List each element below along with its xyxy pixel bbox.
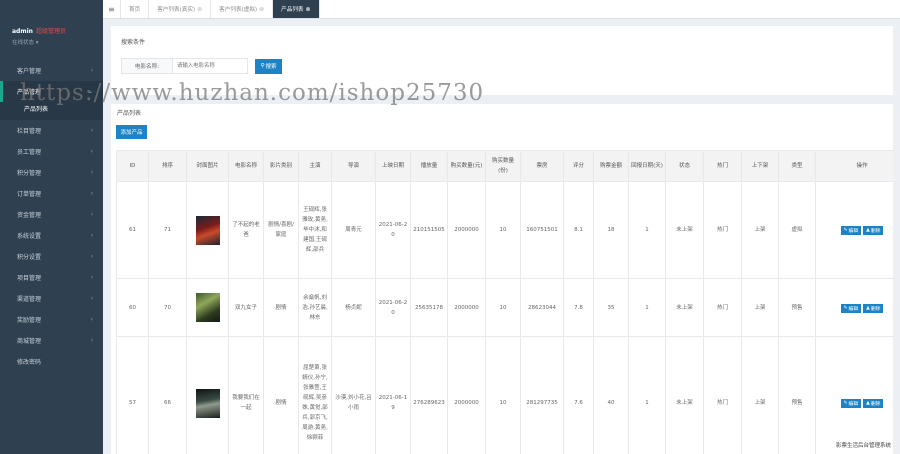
col-header: 上映日期 (375, 150, 411, 182)
sidebar-item-channels[interactable]: 渠道管理 ‹ (0, 288, 103, 309)
chevron-left-icon: ‹ (90, 295, 93, 302)
col-header: 票房 (520, 150, 564, 182)
close-icon[interactable]: ⊗ (197, 6, 202, 13)
sidebar-item-projects[interactable]: 项目管理 ‹ (0, 267, 103, 288)
chevron-left-icon: ‹ (90, 274, 93, 281)
close-icon[interactable]: ⊗ (259, 6, 264, 13)
sidebar-item-orders[interactable]: 订单管理 ‹ (0, 183, 103, 204)
tab-home[interactable]: 首页 (121, 0, 150, 18)
list-title: 产品列表 (117, 110, 142, 117)
sidebar-menu: 客户管理 ‹ 产品管理 ⌄ 产品列表 栏目管理 ‹ 员工管理 ‹ 积分管理 ‹ 订单管理 ‹… (0, 60, 103, 372)
search-title: 搜索条件 (121, 39, 146, 46)
search-panel: 搜索条件 电影名称: ⚲搜索 (111, 26, 893, 95)
add-product-button[interactable]: 添加产品 (116, 125, 147, 139)
col-header: 影片类别 (263, 150, 299, 182)
edit-button[interactable]: ✎ 编辑 (840, 399, 862, 408)
sidebar-item-change-password[interactable]: 修改密码 (0, 351, 103, 372)
sidebar-item-system[interactable]: 系统设置 ‹ (0, 225, 103, 246)
product-table: ID 排序 封面图片 电影名称 影片类别 主演 导演 上映日期 播放量 购买数量… (116, 150, 893, 454)
tab-customers-real[interactable]: 客户列表(真实) ⊗ (149, 0, 212, 18)
chevron-left-icon: ‹ (90, 211, 93, 218)
chevron-left-icon: ‹ (90, 148, 93, 155)
col-header: 回报日期(天) (628, 150, 666, 182)
edit-icon: ✎ (843, 228, 848, 233)
search-label: 电影名称: (121, 58, 173, 74)
warning-icon: ▲ (866, 401, 870, 406)
chevron-down-icon: ⌄ (87, 88, 93, 95)
sidebar-item-staff[interactable]: 员工管理 ‹ (0, 141, 103, 162)
chevron-left-icon: ‹ (90, 253, 93, 260)
footer-text: 影票生活后台管理系统 (835, 443, 891, 449)
chevron-left-icon: ‹ (90, 190, 93, 197)
chevron-left-icon: ‹ (90, 316, 93, 323)
tab-product-list[interactable]: 产品列表 ⊗ (273, 0, 320, 18)
user-role: 超级管理员 (35, 28, 66, 35)
sidebar-submenu: 产品列表 (0, 102, 103, 120)
search-icon: ⚲ (260, 63, 265, 69)
tab-bar: ≡ 首页 客户列表(真实) ⊗ 客户列表(虚拟) ⊗ 产品列表 ⊗ (103, 0, 900, 19)
sidebar-item-points[interactable]: 积分管理 ‹ (0, 162, 103, 183)
delete-button[interactable]: ▲ 删除 (863, 226, 884, 235)
table-row: 61 71 了不起的老爸 剧情/喜剧/家庭 王砚辉,张雅玫,黄尧,毕中沐,和建国… (116, 181, 893, 279)
col-header: 封面图片 (186, 150, 229, 182)
edit-button[interactable]: ✎ 编辑 (840, 303, 862, 313)
user-status[interactable]: 在线状态 ▾ (12, 38, 103, 46)
delete-button[interactable]: ▲ 删除 (863, 399, 884, 408)
col-header: 播放量 (410, 150, 448, 182)
close-icon[interactable]: ⊗ (306, 6, 311, 13)
table-row: 57 66 我要我们在一起 剧情 屈楚萧,张婧仪,孙宁,张雅萱,王砚辉,吴彦姝,… (116, 336, 893, 454)
col-header[interactable]: ID (116, 150, 149, 182)
col-header: 操作 (815, 150, 893, 182)
chevron-left-icon: ‹ (90, 337, 93, 344)
col-header: 类型 (778, 150, 816, 182)
sidebar: admin 超级管理员 在线状态 ▾ 客户管理 ‹ 产品管理 ⌄ 产品列表 栏目管理 ‹… (0, 0, 103, 454)
chevron-left-icon: ‹ (90, 67, 93, 74)
col-header: 购票金额 (593, 150, 629, 182)
chevron-left-icon: ‹ (90, 169, 93, 176)
tab-customers-virtual[interactable]: 客户列表(虚拟) ⊗ (211, 0, 274, 18)
sidebar-subitem-product-list[interactable]: 产品列表 (24, 102, 103, 117)
sidebar-item-funds[interactable]: 资金管理 ‹ (0, 204, 103, 225)
sidebar-item-columns[interactable]: 栏目管理 ‹ (0, 120, 103, 141)
movie-poster (195, 388, 220, 418)
edit-button[interactable]: ✎ 编辑 (840, 226, 862, 235)
search-button[interactable]: ⚲ 搜索 (255, 58, 282, 74)
user-name: admin (12, 28, 33, 35)
sidebar-item-point-settings[interactable]: 积分设置 ‹ (0, 246, 103, 267)
col-header: 评分 (563, 150, 594, 182)
main-content: 搜索条件 电影名称: ⚲搜索 产品列表 添加产品 ID 排序 封面图片 电影名称 (103, 19, 900, 454)
delete-button[interactable]: ▲ 删除 (863, 303, 884, 313)
sidebar-item-products[interactable]: 产品管理 ⌄ (0, 81, 103, 102)
movie-poster (195, 215, 220, 245)
sidebar-item-customers[interactable]: 客户管理 ‹ (0, 60, 103, 81)
table-header-row: ID 排序 封面图片 电影名称 影片类别 主演 导演 上映日期 播放量 购买数量… (116, 150, 893, 182)
col-header: 上下架 (741, 150, 779, 182)
edit-icon: ✎ (843, 401, 848, 406)
edit-icon: ✎ (843, 305, 848, 311)
col-header: 状态 (665, 150, 704, 182)
search-input[interactable] (173, 58, 248, 74)
warning-icon: ▲ (866, 305, 870, 311)
col-header: 热门 (703, 150, 742, 182)
col-header: 导演 (331, 150, 376, 182)
sidebar-item-rewards[interactable]: 奖励管理 ‹ (0, 309, 103, 330)
chevron-left-icon: ‹ (90, 127, 93, 134)
chevron-left-icon: ‹ (90, 232, 93, 239)
menu-toggle-icon[interactable]: ≡ (103, 0, 121, 18)
warning-icon: ▲ (866, 228, 870, 233)
user-panel: admin 超级管理员 在线状态 ▾ (0, 0, 103, 52)
sidebar-item-mall[interactable]: 商城管理 ‹ (0, 330, 103, 351)
table-row: 60 70 双九女子 剧情 余燊帆,刘浩,孙艺晨,林东 杨贞妮 2021-06-… (116, 278, 893, 337)
movie-poster (195, 293, 220, 322)
col-header: 电影名称 (228, 150, 264, 182)
col-header: 购买数量(元) (447, 150, 486, 182)
list-panel: 产品列表 添加产品 ID 排序 封面图片 电影名称 影片类别 主演 导演 上映日… (111, 104, 893, 454)
col-header[interactable]: 排序 (148, 150, 187, 182)
col-header: 购买数量(份) (485, 150, 521, 182)
col-header: 主演 (298, 150, 332, 182)
